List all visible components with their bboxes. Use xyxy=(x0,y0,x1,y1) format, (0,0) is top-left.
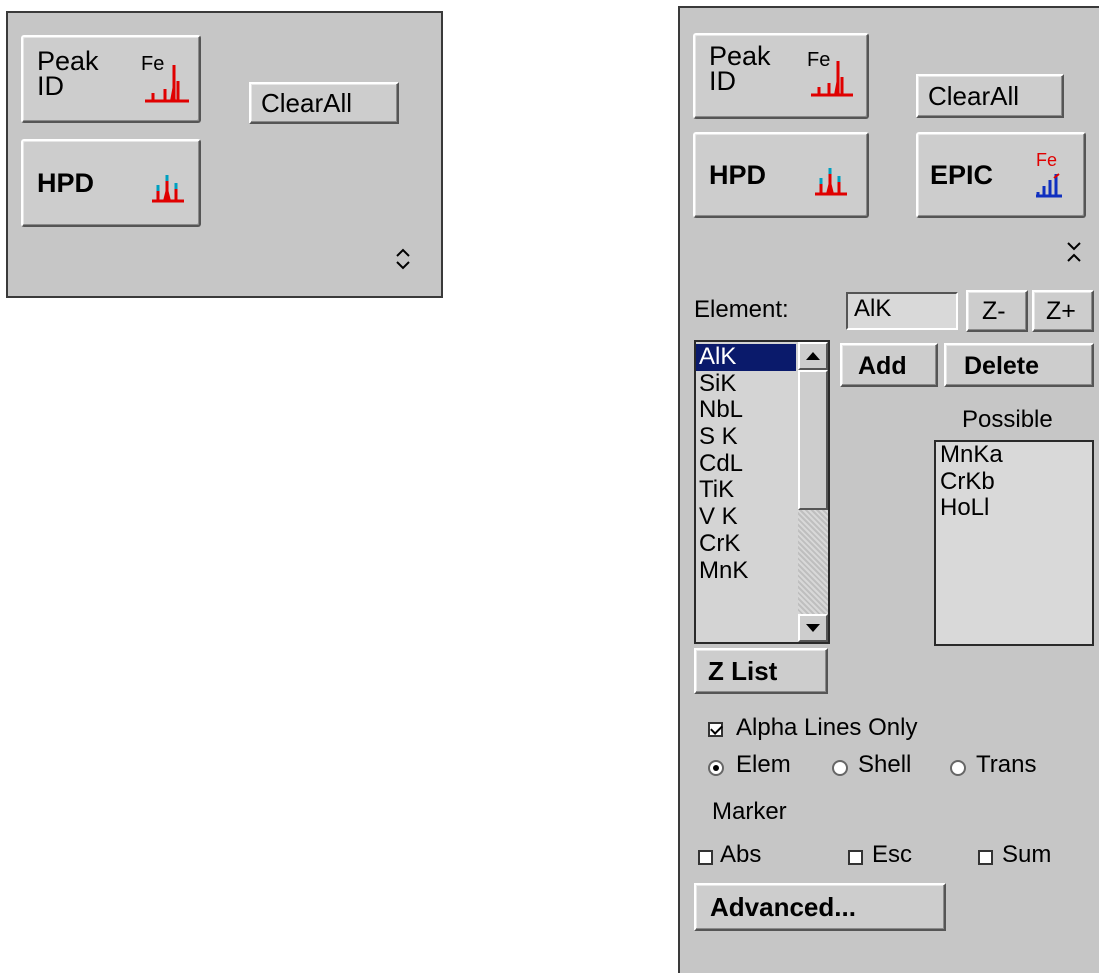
list-item[interactable]: CrKb xyxy=(936,468,1092,496)
scroll-thumb[interactable] xyxy=(798,370,828,510)
list-item[interactable]: V K xyxy=(696,504,796,531)
list-item[interactable]: CrK xyxy=(696,530,796,558)
radio-shell-label: Shell xyxy=(858,751,912,778)
scroll-down-icon xyxy=(806,624,820,632)
list-item[interactable]: AlK xyxy=(696,344,796,371)
collapse-toggle-icon[interactable] xyxy=(394,247,412,271)
delete-button[interactable]: Delete xyxy=(944,343,1094,387)
hpd-label: HPD xyxy=(37,168,95,198)
sum-label: Sum xyxy=(1002,841,1052,868)
list-item[interactable]: S K xyxy=(696,424,796,451)
marker-label: Marker xyxy=(712,798,787,825)
clear-all-label: ClearAll xyxy=(928,81,1020,111)
z-plus-label: Z+ xyxy=(1046,297,1076,325)
epic-button[interactable]: EPIC Fe xyxy=(916,132,1086,218)
radio-trans-label: Trans xyxy=(976,751,1037,778)
hpd-label: HPD xyxy=(709,160,767,190)
fe-peak-icon xyxy=(145,65,189,103)
list-item[interactable]: NbL xyxy=(696,397,796,424)
z-list-label: Z List xyxy=(708,656,778,686)
fe-peak-icon xyxy=(811,61,853,97)
element-label: Element: xyxy=(694,296,789,323)
peak-id-label-line2: ID xyxy=(709,66,736,96)
abs-label: Abs xyxy=(720,841,762,868)
z-minus-button[interactable]: Z- xyxy=(966,290,1028,332)
list-item[interactable]: TiK xyxy=(696,477,796,504)
epic-label: EPIC xyxy=(930,160,994,190)
element-input-value: AlK xyxy=(854,295,892,322)
esc-checkbox[interactable] xyxy=(848,850,863,865)
alpha-lines-checkbox[interactable] xyxy=(708,722,723,737)
scroll-down-button[interactable] xyxy=(798,614,828,642)
list-item[interactable]: MnK xyxy=(696,557,796,585)
radio-elem-label: Elem xyxy=(736,751,791,778)
element-list-items: AlK SiK NbL S K CdL TiK V K CrK MnK xyxy=(696,344,796,584)
clear-all-button[interactable]: ClearAll xyxy=(916,74,1064,118)
peak-id-label-line2: ID xyxy=(37,71,64,101)
z-plus-button[interactable]: Z+ xyxy=(1032,290,1094,332)
sum-checkbox[interactable] xyxy=(978,850,993,865)
right-panel-expanded: Peak ID Fe ClearAll HPD EPIC Fe Element:… xyxy=(678,6,1099,973)
element-input[interactable]: AlK xyxy=(846,292,958,330)
alpha-lines-label: Alpha Lines Only xyxy=(736,714,918,741)
abs-checkbox[interactable] xyxy=(698,850,713,865)
clear-all-button[interactable]: ClearAll xyxy=(249,82,399,124)
peak-id-button[interactable]: Peak ID Fe xyxy=(21,35,201,123)
left-panel-collapsed: Peak ID Fe ClearAll HPD xyxy=(6,11,443,298)
esc-label: Esc xyxy=(872,841,913,868)
z-minus-label: Z- xyxy=(982,297,1006,325)
hpd-button[interactable]: HPD xyxy=(21,139,201,227)
hpd-peak-icon xyxy=(152,175,184,203)
z-list-button[interactable]: Z List xyxy=(694,648,828,694)
epic-ladder-icon xyxy=(1036,173,1062,198)
radio-elem[interactable] xyxy=(708,760,724,776)
peak-id-button[interactable]: Peak ID Fe xyxy=(693,33,869,119)
radio-shell[interactable] xyxy=(832,760,848,776)
possible-list[interactable]: MnKa CrKb HoLl xyxy=(934,440,1094,646)
element-list[interactable]: AlK SiK NbL S K CdL TiK V K CrK MnK xyxy=(694,340,830,644)
advanced-label: Advanced... xyxy=(710,892,856,922)
list-item[interactable]: CdL xyxy=(696,450,796,478)
expand-toggle-icon[interactable] xyxy=(1065,240,1083,270)
clear-all-label: ClearAll xyxy=(261,88,353,118)
hpd-button[interactable]: HPD xyxy=(693,132,869,218)
scroll-up-icon xyxy=(806,352,820,360)
add-button[interactable]: Add xyxy=(840,343,938,387)
hpd-peak-icon xyxy=(815,168,847,196)
delete-label: Delete xyxy=(964,352,1040,380)
list-item[interactable]: HoLl xyxy=(936,495,1092,522)
possible-label: Possible xyxy=(962,406,1053,433)
advanced-button[interactable]: Advanced... xyxy=(694,883,946,931)
list-item[interactable]: SiK xyxy=(696,370,796,398)
radio-trans[interactable] xyxy=(950,760,966,776)
scroll-up-button[interactable] xyxy=(798,342,828,370)
add-label: Add xyxy=(858,352,907,380)
list-item[interactable]: MnKa xyxy=(936,442,1092,469)
element-list-scrollbar[interactable] xyxy=(798,342,828,642)
